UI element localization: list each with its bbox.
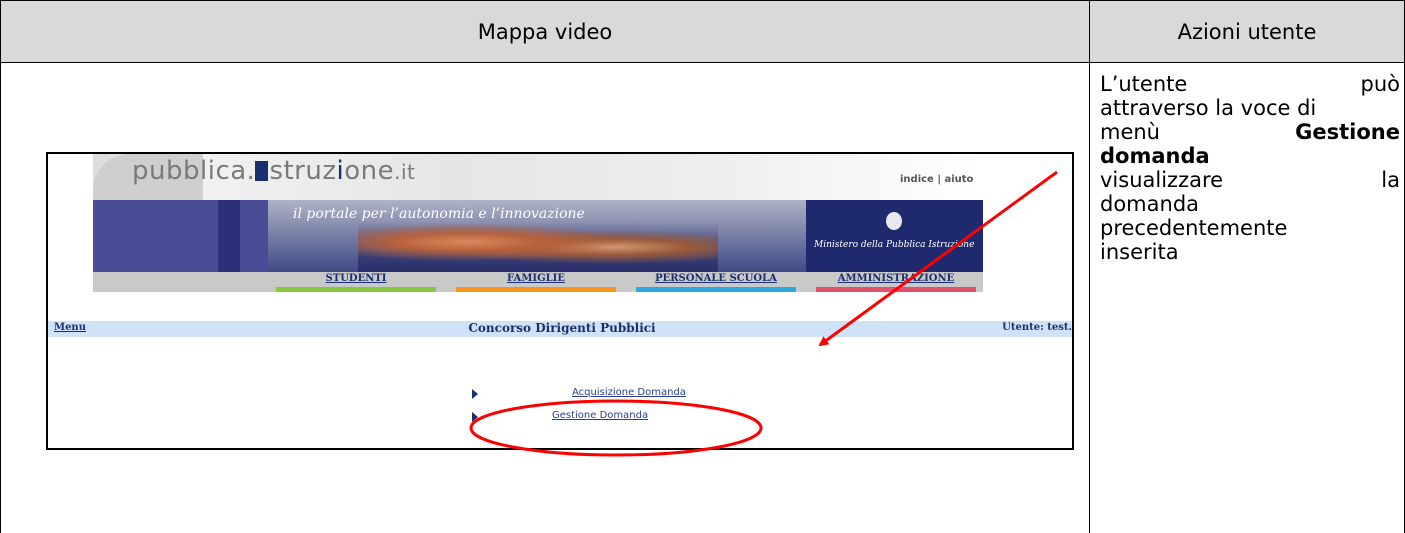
nav-color-bar <box>456 287 616 292</box>
menu-item-label[interactable]: Acquisizione Domanda <box>572 387 686 398</box>
menu-link[interactable]: Menu <box>54 322 86 333</box>
table-border-left <box>0 0 1 533</box>
portal-nav-bar: STUDENTI FAMIGLIE PERSONALE SCUOLA AMMIN… <box>93 272 983 292</box>
logo-text: struz <box>269 156 337 186</box>
ministry-panel: Ministero della Pubblica Istruzione <box>806 200 983 272</box>
arrow-right-icon <box>472 389 478 399</box>
banner-left-panel <box>93 200 268 272</box>
nav-item-amministrazione[interactable]: AMMINISTRAZIONE <box>816 272 976 292</box>
actions-menu-name: Gestione <box>1295 120 1400 144</box>
ministry-name: Ministero della Pubblica Istruzione <box>814 240 975 250</box>
nav-color-bar <box>816 287 976 292</box>
actions-text: può <box>1360 72 1401 96</box>
actions-text: precedentemente <box>1100 216 1288 240</box>
actions-text: domanda <box>1100 192 1200 216</box>
portal-banner: Ministero della Pubblica Istruzione il p… <box>93 200 983 272</box>
menu-item-acquisizione-domanda[interactable]: Acquisizione Domanda <box>472 387 732 401</box>
nav-item-studenti[interactable]: STUDENTI <box>276 272 436 292</box>
page-title-bar: Concorso Dirigenti Pubblici Menu Utente:… <box>48 321 1072 337</box>
table-header-row: Mappa video Azioni utente <box>0 0 1405 63</box>
top-links[interactable]: indice | aiuto <box>900 174 973 185</box>
nav-item-label: STUDENTI <box>325 273 387 284</box>
actions-text: L’utente <box>1100 72 1188 96</box>
user-label: Utente: test. <box>1002 322 1072 333</box>
logo-i-block <box>255 161 269 181</box>
ministry-emblem-icon <box>886 212 902 230</box>
menu-item-gestione-domanda[interactable]: Gestione Domanda <box>472 410 732 424</box>
user-actions-description: L’utente può attraverso la voce di menù Ge… <box>1100 72 1400 264</box>
actions-text: visualizzare <box>1100 168 1224 192</box>
actions-text: la <box>1381 168 1400 192</box>
actions-text: menù <box>1100 120 1160 144</box>
nav-item-famiglie[interactable]: FAMIGLIE <box>456 272 616 292</box>
nav-color-bar <box>636 287 796 292</box>
logo-suffix: .it <box>394 160 416 184</box>
logo-text: pubblica. <box>132 156 256 186</box>
header-mappa-video: Mappa video <box>477 20 613 44</box>
page-title: Concorso Dirigenti Pubblici <box>468 321 656 335</box>
menu-item-label[interactable]: Gestione Domanda <box>552 410 648 421</box>
nav-item-label: PERSONALE SCUOLA <box>655 273 777 284</box>
portal-screenshot: pubblica. struzione.it indice | aiuto Min… <box>46 152 1074 450</box>
actions-text: inserita <box>1100 240 1179 264</box>
actions-text: attraverso la voce di <box>1100 96 1317 120</box>
arrow-right-icon <box>472 412 478 422</box>
nav-color-bar <box>276 287 436 292</box>
nav-item-label: AMMINISTRAZIONE <box>837 273 955 284</box>
nav-item-label: FAMIGLIE <box>507 273 565 284</box>
logo-text: one <box>344 156 395 186</box>
actions-menu-name: domanda <box>1100 144 1210 168</box>
portal-logo[interactable]: pubblica. struzione.it <box>132 156 415 186</box>
header-azioni-utente: Azioni utente <box>1177 20 1317 44</box>
table-column-divider <box>1089 0 1090 533</box>
nav-item-personale-scuola[interactable]: PERSONALE SCUOLA <box>636 272 796 292</box>
portal-tagline: il portale per l’autonomia e l’innovazio… <box>293 206 585 222</box>
